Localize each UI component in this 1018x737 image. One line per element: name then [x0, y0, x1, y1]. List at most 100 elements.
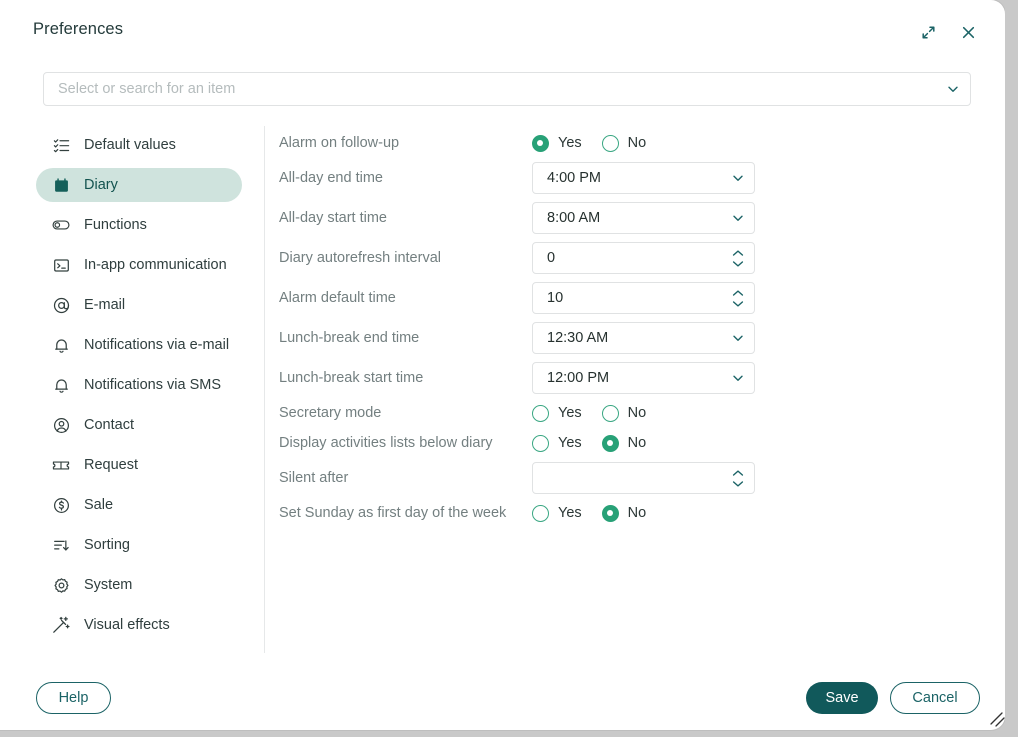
field-value: 12:30 AM	[547, 330, 609, 346]
radio-secretary-mode-yes[interactable]: Yes	[532, 404, 582, 422]
chevron-down-icon[interactable]	[722, 371, 754, 385]
select-lunch-break-end-time[interactable]: 12:30 AM	[532, 322, 755, 354]
sidebar-item-system[interactable]: System	[36, 568, 242, 602]
sidebar-item-label: Request	[84, 457, 139, 473]
gear-icon	[50, 575, 72, 595]
resize-grip-icon[interactable]	[988, 710, 1005, 730]
preferences-dialog: Preferences Select or search for an item…	[0, 0, 1005, 730]
chevron-down-icon[interactable]	[722, 211, 754, 225]
radio-group-set-sunday-as-first-day-of-the-week: Yes No	[532, 504, 666, 522]
sidebar-item-notifications-via-e-mail[interactable]: Notifications via e-mail	[36, 328, 242, 362]
chevron-down-icon[interactable]	[936, 82, 970, 96]
field-label: Alarm default time	[279, 290, 396, 306]
chevron-down-icon[interactable]	[722, 331, 754, 345]
radio-dot-icon	[601, 504, 619, 522]
field-label: Set Sunday as first day of the week	[279, 505, 507, 521]
terminal-icon	[50, 255, 72, 275]
expand-arrows-icon[interactable]	[914, 18, 942, 46]
select-lunch-break-start-time[interactable]: 12:00 PM	[532, 362, 755, 394]
save-button[interactable]: Save	[806, 682, 878, 714]
item-search-box[interactable]	[43, 72, 971, 106]
sidebar-item-label: Contact	[84, 417, 134, 433]
bell-icon	[50, 335, 72, 355]
radio-set-sunday-as-first-day-of-the-week-yes[interactable]: Yes	[532, 504, 582, 522]
sidebar-item-label: System	[84, 577, 133, 593]
field-label: Silent after	[279, 470, 349, 486]
spinner-arrows-icon[interactable]	[722, 249, 754, 267]
sidebar-item-visual-effects[interactable]: Visual effects	[36, 608, 242, 642]
radio-dot-icon	[601, 434, 619, 452]
field-label: All-day start time	[279, 210, 387, 226]
number-input-silent-after[interactable]	[532, 462, 755, 494]
sidebar-item-contact[interactable]: Contact	[36, 408, 242, 442]
sidebar-item-label: Sorting	[84, 537, 130, 553]
field-control: Yes No	[532, 504, 666, 522]
field-control: 10	[532, 282, 755, 314]
select-all-day-start-time[interactable]: 8:00 AM	[532, 202, 755, 234]
field-control: 8:00 AM	[532, 202, 755, 234]
sidebar-item-label: Sale	[84, 497, 114, 513]
sidebar-item-label: Diary	[84, 177, 118, 193]
form-row-secretary-mode: Secretary mode Yes No	[279, 398, 879, 428]
radio-label: No	[627, 405, 647, 421]
sidebar-item-label: Notifications via e-mail	[84, 337, 230, 353]
sidebar-item-in-app-communication[interactable]: In-app communication	[36, 248, 242, 282]
select-all-day-end-time[interactable]: 4:00 PM	[532, 162, 755, 194]
preferences-sidebar: Default values Diary Functions In-app commu…	[36, 128, 242, 648]
field-control: 12:00 PM	[532, 362, 755, 394]
radio-alarm-on-follow-up-no[interactable]: No	[601, 134, 647, 152]
radio-alarm-on-follow-up-yes[interactable]: Yes	[532, 134, 582, 152]
sidebar-item-sale[interactable]: Sale	[36, 488, 242, 522]
radio-secretary-mode-no[interactable]: No	[601, 404, 647, 422]
bell-icon	[50, 375, 72, 395]
sidebar-item-functions[interactable]: Functions	[36, 208, 242, 242]
radio-dot-icon	[532, 434, 549, 452]
search-input[interactable]	[44, 81, 936, 97]
close-icon[interactable]	[954, 18, 982, 46]
radio-display-activities-lists-below-diary-yes[interactable]: Yes	[532, 434, 582, 452]
field-control: 12:30 AM	[532, 322, 755, 354]
form-row-lunch-break-end-time: Lunch-break end time 12:30 AM	[279, 318, 879, 358]
sort-desc-icon	[50, 535, 72, 555]
radio-set-sunday-as-first-day-of-the-week-no[interactable]: No	[601, 504, 646, 522]
radio-display-activities-lists-below-diary-no[interactable]: No	[601, 434, 647, 452]
sidebar-item-label: Notifications via SMS	[84, 377, 221, 393]
content-divider	[264, 126, 265, 653]
radio-label: Yes	[558, 435, 582, 451]
sidebar-item-notifications-via-sms[interactable]: Notifications via SMS	[36, 368, 242, 402]
radio-dot-icon	[532, 504, 549, 522]
radio-label: No	[627, 435, 647, 451]
sidebar-item-e-mail[interactable]: E-mail	[36, 288, 242, 322]
field-label: Secretary mode	[279, 405, 382, 421]
sidebar-item-default-values[interactable]: Default values	[36, 128, 242, 162]
radio-label: No	[627, 135, 647, 151]
form-row-alarm-default-time: Alarm default time 10	[279, 278, 879, 318]
sidebar-item-sorting[interactable]: Sorting	[36, 528, 242, 562]
field-value: 0	[547, 250, 556, 266]
sidebar-item-diary[interactable]: Diary	[36, 168, 242, 202]
number-input-alarm-default-time[interactable]: 10	[532, 282, 755, 314]
field-control: Yes No	[532, 404, 666, 422]
calendar-icon	[50, 175, 72, 195]
form-row-set-sunday-as-first-day-of-the-week: Set Sunday as first day of the week Yes No	[279, 498, 879, 528]
page-title: Preferences	[33, 20, 124, 38]
user-circle-icon	[50, 415, 72, 435]
field-value: 10	[547, 290, 564, 306]
field-control: 0	[532, 242, 755, 274]
field-control: Yes No	[532, 134, 666, 152]
radio-dot-icon	[532, 134, 549, 152]
radio-label: Yes	[558, 135, 582, 151]
help-button[interactable]: Help	[36, 682, 111, 714]
radio-label: Yes	[558, 405, 582, 421]
spinner-arrows-icon[interactable]	[722, 289, 754, 307]
sidebar-item-request[interactable]: Request	[36, 448, 242, 482]
at-sign-icon	[50, 295, 72, 315]
radio-dot-icon	[532, 404, 549, 422]
screen: Preferences Select or search for an item…	[0, 0, 1018, 737]
sidebar-item-label: Functions	[84, 217, 147, 233]
number-input-diary-autorefresh-interval[interactable]: 0	[532, 242, 755, 274]
spinner-arrows-icon[interactable]	[722, 469, 754, 487]
chevron-down-icon[interactable]	[722, 171, 754, 185]
cancel-button[interactable]: Cancel	[890, 682, 980, 714]
field-value: 4:00 PM	[547, 170, 601, 186]
